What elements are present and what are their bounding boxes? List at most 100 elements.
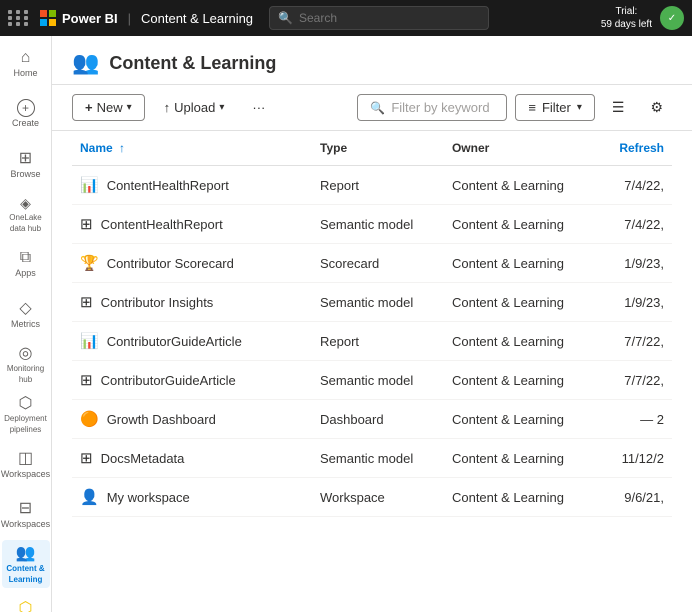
content-table: Name ↑ Type Owner Refresh 📊 ContentHealth…: [72, 131, 672, 517]
item-name: ContributorGuideArticle: [107, 334, 242, 349]
item-name: DocsMetadata: [101, 451, 185, 466]
item-name: Growth Dashboard: [107, 412, 216, 427]
trial-badge: Trial: 59 days left: [601, 5, 652, 31]
item-name: ContributorGuideArticle: [101, 373, 236, 388]
topnav-right: Trial: 59 days left ✓: [601, 5, 684, 31]
sidebar-item-monitoring[interactable]: ◎ Monitoring hub: [2, 340, 50, 388]
search-icon: 🔍: [278, 11, 293, 25]
main-content: 👥 Content & Learning + New ▾ ↑ Upload ▾ …: [52, 36, 692, 612]
page-title: Content & Learning: [109, 53, 276, 74]
item-owner: Content & Learning: [444, 322, 599, 361]
more-icon: ···: [252, 100, 265, 115]
table-row[interactable]: ⊞Contributor InsightsSemantic modelConte…: [72, 283, 672, 322]
sidebar-item-create[interactable]: + Create: [2, 90, 50, 138]
type-column-header[interactable]: Type: [312, 131, 444, 166]
sidebar-item-apps[interactable]: ⧉ Apps: [2, 240, 50, 288]
home-icon: ⌂: [21, 49, 31, 67]
item-name: Contributor Scorecard: [107, 256, 234, 271]
item-name: ContentHealthReport: [101, 217, 223, 232]
item-refresh: 11/12/2: [599, 439, 672, 478]
table-row[interactable]: ⊞DocsMetadataSemantic modelContent & Lea…: [72, 439, 672, 478]
item-type: Semantic model: [312, 361, 444, 400]
onelake-icon: ◈: [20, 195, 31, 212]
sidebar-item-deployment[interactable]: ⬡ Deployment pipelines: [2, 390, 50, 438]
item-name: ContentHealthReport: [107, 178, 229, 193]
item-owner: Content & Learning: [444, 478, 599, 517]
filter-button[interactable]: ≡ Filter ▾: [515, 94, 595, 121]
sidebar-item-browse[interactable]: ⊞ Browse: [2, 140, 50, 188]
upload-button[interactable]: ↑ Upload ▾: [153, 94, 236, 121]
browse-icon: ⊞: [19, 148, 32, 168]
sidebar: ⌂ Home + Create ⊞ Browse ◈ OneLake data …: [0, 36, 52, 612]
item-refresh: 9/6/21,: [599, 478, 672, 517]
sidebar-item-home[interactable]: ⌂ Home: [2, 40, 50, 88]
filter-search-icon: 🔍: [370, 101, 385, 115]
item-refresh: 1/9/23,: [599, 283, 672, 322]
sidebar-item-content-learning[interactable]: 👥 Content & Learning: [2, 540, 50, 588]
item-type: Scorecard: [312, 244, 444, 283]
item-type-icon: ⊞: [80, 215, 93, 233]
powerbi-icon: ⬡: [19, 598, 33, 612]
item-owner: Content & Learning: [444, 439, 599, 478]
item-owner: Content & Learning: [444, 205, 599, 244]
item-refresh: 7/7/22,: [599, 361, 672, 400]
item-refresh: 7/4/22,: [599, 205, 672, 244]
sidebar-item-learn[interactable]: ◫ Workspaces: [2, 440, 50, 488]
table-body: 📊ContentHealthReportReportContent & Lear…: [72, 166, 672, 517]
search-input[interactable]: [299, 11, 480, 25]
learn-icon: ◫: [18, 448, 33, 468]
product-name: Power BI: [62, 11, 118, 26]
separator: |: [128, 11, 131, 26]
table-row[interactable]: 🏆Contributor ScorecardScorecardContent &…: [72, 244, 672, 283]
layout-button[interactable]: ☰: [603, 93, 634, 122]
item-type-icon: 📊: [80, 332, 99, 350]
item-refresh: 7/7/22,: [599, 322, 672, 361]
item-type-icon: 👤: [80, 488, 99, 506]
metrics-icon: ◇: [19, 298, 31, 318]
sidebar-powerbi-bottom[interactable]: ⬡ Power BI: [3, 590, 48, 612]
apps-grid-icon[interactable]: [8, 10, 30, 26]
apps-icon: ⧉: [20, 249, 31, 267]
item-refresh: 1/9/23,: [599, 244, 672, 283]
item-owner: Content & Learning: [444, 361, 599, 400]
item-type: Semantic model: [312, 205, 444, 244]
item-type: Dashboard: [312, 400, 444, 439]
page-header: 👥 Content & Learning: [52, 36, 692, 85]
item-type: Semantic model: [312, 439, 444, 478]
owner-column-header[interactable]: Owner: [444, 131, 599, 166]
table-row[interactable]: ⊞ ContentHealthReport Semantic modelConten…: [72, 205, 672, 244]
name-column-header[interactable]: Name ↑: [72, 131, 312, 166]
sidebar-item-workspaces[interactable]: ⊟ Workspaces: [2, 490, 50, 538]
filter-keyword-input[interactable]: 🔍 Filter by keyword: [357, 94, 507, 121]
item-type: Report: [312, 166, 444, 205]
workspace-icon: 👥: [72, 50, 99, 76]
sidebar-item-onelake[interactable]: ◈ OneLake data hub: [2, 190, 50, 238]
item-type: Report: [312, 322, 444, 361]
item-owner: Content & Learning: [444, 244, 599, 283]
toolbar: + New ▾ ↑ Upload ▾ ··· 🔍 Filter by keywo…: [52, 85, 692, 131]
item-owner: Content & Learning: [444, 283, 599, 322]
table-row[interactable]: 📊ContentHealthReportReportContent & Lear…: [72, 166, 672, 205]
table-row[interactable]: ⊞ContributorGuideArticleSemantic modelCo…: [72, 361, 672, 400]
table-header-row: Name ↑ Type Owner Refresh: [72, 131, 672, 166]
sidebar-item-metrics[interactable]: ◇ Metrics: [2, 290, 50, 338]
table-row[interactable]: 🟠Growth DashboardDashboardContent & Lear…: [72, 400, 672, 439]
new-button[interactable]: + New ▾: [72, 94, 145, 121]
table-row[interactable]: 👤My workspaceWorkspaceContent & Learning…: [72, 478, 672, 517]
content-learning-icon: 👥: [16, 543, 36, 563]
user-avatar[interactable]: ✓: [660, 6, 684, 30]
more-button[interactable]: ···: [243, 94, 274, 121]
settings-icon: ⚙: [650, 99, 663, 115]
microsoft-logo: [40, 10, 56, 26]
filter-icon: ≡: [528, 100, 536, 115]
item-type-icon: 🟠: [80, 410, 99, 428]
workspace-name-topnav[interactable]: Content & Learning: [141, 11, 253, 26]
settings-button[interactable]: ⚙: [641, 93, 672, 122]
top-navigation: Power BI | Content & Learning 🔍 Trial: 5…: [0, 0, 692, 36]
create-icon: +: [17, 99, 35, 117]
search-box[interactable]: 🔍: [269, 6, 489, 30]
item-type-icon: 📊: [80, 176, 99, 194]
refresh-column-header[interactable]: Refresh: [599, 131, 672, 166]
table-row[interactable]: 📊 ContributorGuideArticle ReportContent & …: [72, 322, 672, 361]
plus-icon: +: [85, 100, 93, 115]
